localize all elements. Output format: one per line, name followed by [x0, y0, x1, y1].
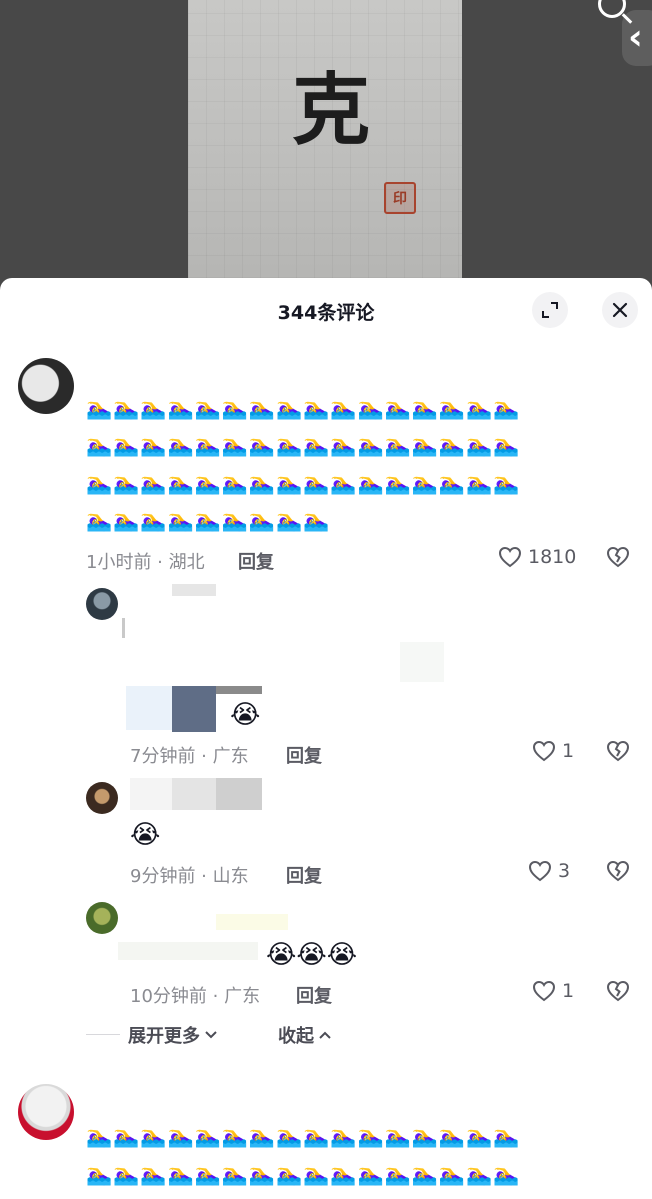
- comment-emoji-row: 🏊‍♀️🏊‍♀️🏊‍♀️🏊‍♀️🏊‍♀️🏊‍♀️🏊‍♀️🏊‍♀️🏊‍♀️🏊‍♀️…: [86, 1124, 521, 1148]
- dislike-icon[interactable]: [606, 860, 630, 882]
- reply-time-location: 9分钟前 · 山东: [130, 866, 249, 887]
- dislike-icon[interactable]: [606, 980, 630, 1002]
- commenter-avatar[interactable]: [18, 1084, 74, 1140]
- heart-icon: [498, 546, 522, 568]
- expand-more-label: 展开更多: [128, 1026, 200, 1047]
- chevron-up-icon: [319, 1031, 331, 1039]
- seal-stamp: 印: [384, 182, 416, 214]
- thread-divider: [86, 1034, 120, 1035]
- redacted-text: [400, 642, 444, 682]
- expand-button[interactable]: [532, 292, 568, 328]
- reply-avatar[interactable]: [86, 782, 118, 814]
- redacted-name: [130, 778, 174, 810]
- commenter-avatar[interactable]: [18, 358, 74, 414]
- like-button[interactable]: 3: [528, 860, 570, 882]
- comment-sheet: 344条评论 🏊‍♀️🏊‍♀️🏊‍♀️🏊‍♀️🏊‍♀️🏊‍♀️🏊‍♀️🏊‍♀️🏊…: [0, 278, 652, 1199]
- chevron-down-icon: [205, 1031, 217, 1039]
- close-button[interactable]: [602, 292, 638, 328]
- comment-emoji-row: 🏊‍♀️🏊‍♀️🏊‍♀️🏊‍♀️🏊‍♀️🏊‍♀️🏊‍♀️🏊‍♀️🏊‍♀️🏊‍♀️…: [86, 1162, 521, 1186]
- like-count: 1: [562, 980, 575, 1002]
- redacted-name: [216, 778, 262, 810]
- side-panel-handle[interactable]: ‹: [622, 10, 652, 66]
- comment-emoji-row: 🏊‍♀️🏊‍♀️🏊‍♀️🏊‍♀️🏊‍♀️🏊‍♀️🏊‍♀️🏊‍♀️🏊‍♀️🏊‍♀️…: [86, 471, 521, 495]
- redacted-text: [172, 686, 216, 732]
- like-button[interactable]: 1: [532, 740, 574, 762]
- comment-emoji-row: 🏊‍♀️🏊‍♀️🏊‍♀️🏊‍♀️🏊‍♀️🏊‍♀️🏊‍♀️🏊‍♀️🏊‍♀️🏊‍♀️…: [86, 396, 521, 420]
- redacted-text: [118, 942, 258, 960]
- heart-icon: [532, 980, 556, 1002]
- like-button[interactable]: 1: [532, 980, 574, 1002]
- reply-button[interactable]: 回复: [296, 982, 332, 1008]
- collapse-label: 收起: [278, 1026, 314, 1047]
- reply-text: 😭: [230, 700, 261, 730]
- heart-icon: [532, 740, 556, 762]
- like-count: 1810: [528, 546, 577, 568]
- collapse-button[interactable]: 收起: [278, 1022, 332, 1048]
- comment-emoji-row: 🏊‍♀️🏊‍♀️🏊‍♀️🏊‍♀️🏊‍♀️🏊‍♀️🏊‍♀️🏊‍♀️🏊‍♀️: [86, 508, 331, 532]
- redacted-text: [216, 686, 262, 694]
- reply-time-location: 7分钟前 · 广东: [130, 746, 249, 767]
- redacted-name: [172, 584, 216, 596]
- like-count: 3: [558, 860, 571, 882]
- like-button[interactable]: 1810: [498, 546, 576, 568]
- reply-text: 😭: [130, 820, 161, 850]
- reply-button[interactable]: 回复: [238, 548, 274, 574]
- expand-icon: [542, 302, 558, 318]
- heart-icon: [528, 860, 552, 882]
- dislike-icon[interactable]: [606, 740, 630, 762]
- reply-time-location: 10分钟前 · 广东: [130, 986, 261, 1007]
- reply-text: 😭😭😭: [266, 940, 358, 970]
- like-count: 1: [562, 740, 575, 762]
- reply-button[interactable]: 回复: [286, 862, 322, 888]
- redacted-text: [122, 618, 125, 638]
- dislike-icon[interactable]: [606, 546, 630, 568]
- calligraphy-character: 克: [292, 65, 371, 156]
- reply-avatar[interactable]: [86, 588, 118, 620]
- comment-time-location: 1小时前 · 湖北: [86, 552, 205, 573]
- reply-avatar[interactable]: [86, 902, 118, 934]
- reply-button[interactable]: 回复: [286, 742, 322, 768]
- video-player[interactable]: 克 印 ‹: [0, 0, 652, 300]
- redacted-text: [126, 686, 172, 730]
- redacted-name: [172, 778, 216, 810]
- search-icon[interactable]: [598, 0, 626, 18]
- comment-emoji-row: 🏊‍♀️🏊‍♀️🏊‍♀️🏊‍♀️🏊‍♀️🏊‍♀️🏊‍♀️🏊‍♀️🏊‍♀️🏊‍♀️…: [86, 433, 521, 457]
- redacted-name: [216, 914, 288, 930]
- close-icon: [612, 302, 628, 318]
- expand-more-button[interactable]: 展开更多: [128, 1022, 218, 1048]
